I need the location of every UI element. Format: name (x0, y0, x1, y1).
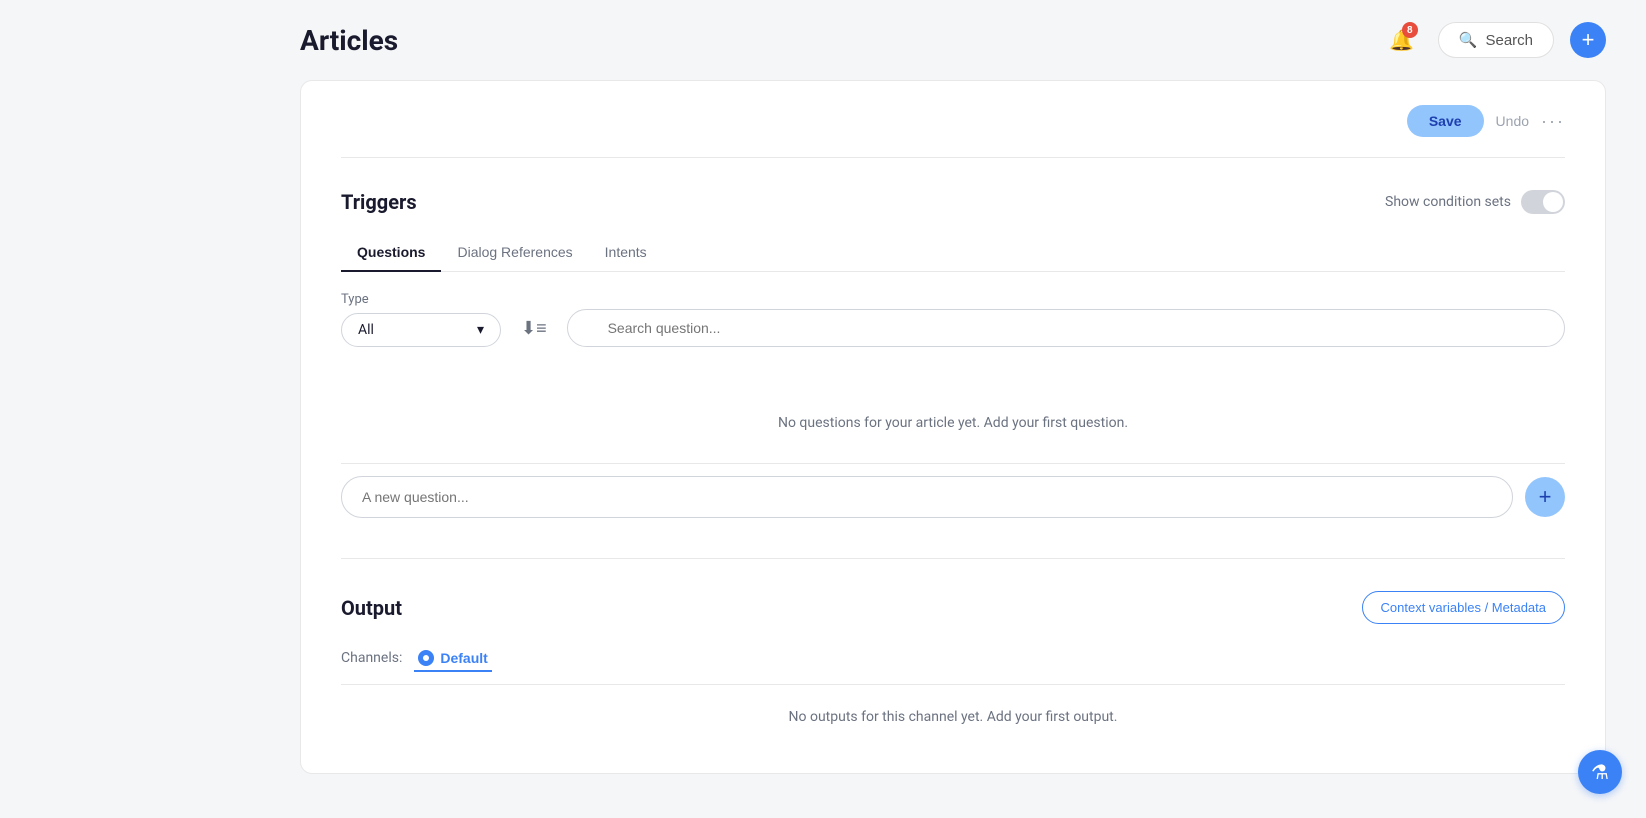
condition-sets-label: Show condition sets (1385, 194, 1511, 210)
output-section: Output Context variables / Metadata Chan… (341, 558, 1565, 749)
channels-label: Channels: (341, 650, 402, 666)
help-button[interactable]: ⚗ (1578, 750, 1622, 794)
triggers-header: Triggers Show condition sets (341, 190, 1565, 214)
triggers-title: Triggers (341, 190, 417, 214)
channels-row: Channels: Default (341, 644, 1565, 672)
type-select[interactable]: All ▾ (341, 313, 501, 347)
questions-empty-state: No questions for your article yet. Add y… (341, 375, 1565, 459)
add-button[interactable]: + (1570, 22, 1606, 58)
sort-icon: ⬇≡ (521, 318, 547, 338)
default-channel-tab[interactable]: Default (414, 644, 491, 672)
header: Articles 🔔 8 🔍 Search + (0, 0, 1646, 80)
sort-button[interactable]: ⬇≡ (513, 310, 555, 347)
main-card: Save Undo ··· Triggers Show condition se… (300, 80, 1606, 774)
type-select-value: All (358, 322, 374, 338)
search-question-wrapper: 🔍 (567, 309, 1565, 347)
condition-sets-toggle-area: Show condition sets (1385, 190, 1565, 214)
main-content: Save Undo ··· Triggers Show condition se… (0, 80, 1646, 774)
undo-button[interactable]: Undo (1496, 113, 1529, 129)
search-button[interactable]: 🔍 Search (1438, 22, 1554, 58)
new-question-row: + (341, 463, 1565, 518)
plus-icon: + (1539, 484, 1552, 510)
search-question-input[interactable] (567, 309, 1565, 347)
add-question-button[interactable]: + (1525, 477, 1565, 517)
channel-dot (418, 650, 434, 666)
notification-button[interactable]: 🔔 8 (1382, 20, 1422, 60)
filter-row: Type All ▾ ⬇≡ 🔍 (341, 292, 1565, 347)
type-filter-label: Type (341, 292, 501, 307)
search-icon: 🔍 (1459, 31, 1478, 49)
tab-questions[interactable]: Questions (341, 234, 441, 272)
new-question-input[interactable] (341, 476, 1513, 518)
chevron-down-icon: ▾ (477, 322, 484, 338)
card-toolbar: Save Undo ··· (341, 105, 1565, 158)
save-button[interactable]: Save (1407, 105, 1484, 137)
plus-icon: + (1582, 27, 1595, 53)
output-header: Output Context variables / Metadata (341, 591, 1565, 624)
notification-badge: 8 (1402, 22, 1418, 38)
trigger-tabs: Questions Dialog References Intents (341, 234, 1565, 272)
channel-dot-inner (423, 655, 429, 661)
page-title: Articles (300, 24, 398, 57)
search-label: Search (1485, 32, 1533, 49)
output-title: Output (341, 596, 402, 620)
tab-intents[interactable]: Intents (589, 234, 663, 272)
header-actions: 🔔 8 🔍 Search + (1382, 20, 1606, 60)
output-empty-state: No outputs for this channel yet. Add you… (341, 684, 1565, 749)
default-channel-label: Default (440, 650, 487, 666)
context-variables-button[interactable]: Context variables / Metadata (1362, 591, 1565, 624)
more-options-button[interactable]: ··· (1541, 111, 1565, 132)
lab-icon: ⚗ (1591, 760, 1609, 785)
condition-sets-toggle[interactable] (1521, 190, 1565, 214)
type-filter-group: Type All ▾ (341, 292, 501, 347)
tab-dialog-references[interactable]: Dialog References (441, 234, 588, 272)
